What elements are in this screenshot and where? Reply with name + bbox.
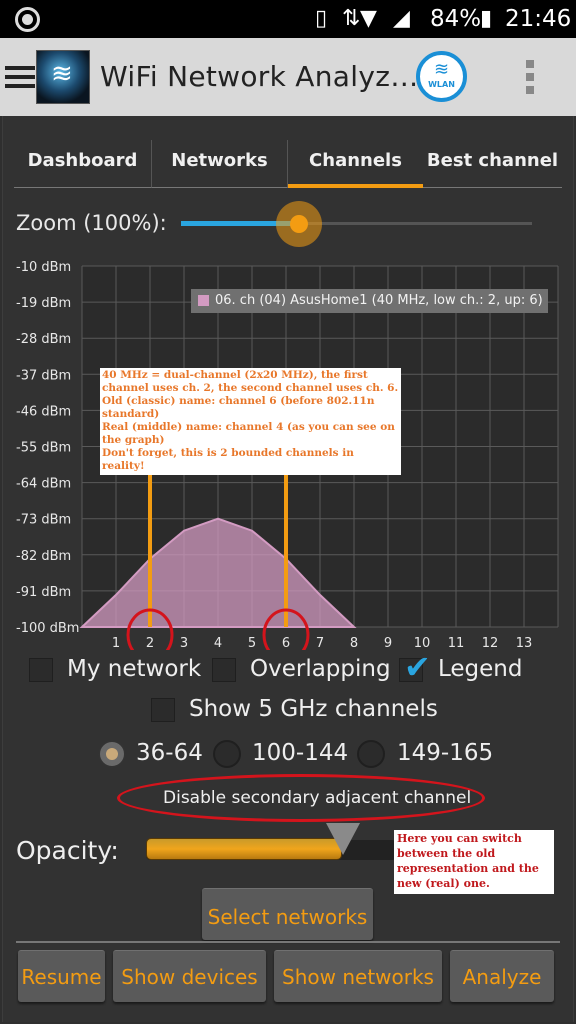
cell-signal-icon: ◢ [393,6,410,31]
x-tick-label: 2 [146,636,154,650]
annotation-top-line: the graph) [102,434,165,446]
app-bar: WiFi Network Analyz… ≋ WLAN [0,38,576,116]
radio-100-144[interactable] [213,740,241,768]
radio-36-64[interactable] [98,740,126,768]
annotation-top: 40 MHz = dual-channel (2x20 MHz), the fi… [100,368,401,475]
overlapping-checkbox[interactable] [212,658,236,682]
notification-icon [15,7,40,32]
wlan-button[interactable]: ≋ WLAN [416,51,467,102]
y-tick-label: -64 dBm [16,477,71,492]
resume-button[interactable]: Resume [18,950,105,1002]
my-network-label: My network [67,656,202,682]
annotation-bottom: Here you can switch between the old repr… [394,830,554,894]
tab-networks[interactable]: Networks [152,140,288,188]
show-5ghz-label: Show 5 GHz channels [189,696,438,722]
x-tick-label: 6 [282,636,290,650]
x-tick-label: 7 [316,636,324,650]
y-tick-label: -28 dBm [16,332,71,347]
x-tick-label: 4 [214,636,222,650]
annotation-top-line: channel uses ch. 2, the second channel u… [102,382,399,394]
zoom-label: Zoom (100%): [16,211,167,235]
app-logo-icon [36,50,90,104]
x-tick-label: 9 [384,636,392,650]
wlan-badge-label: WLAN [428,80,455,89]
checkmark-icon: ✔ [404,648,431,686]
annotation-bottom-line: new (real) one. [397,877,490,890]
wlan-icon: ≋ [433,59,450,80]
radio-36-64-label: 36-64 [136,740,203,766]
y-tick-label: -37 dBm [16,368,71,383]
y-tick-label: -91 dBm [16,585,71,600]
x-tick-label: 3 [180,636,188,650]
analyze-button[interactable]: Analyze [450,950,554,1002]
battery-icon: ▮ [480,6,493,31]
x-tick-label: 13 [516,636,533,650]
legend-label: Legend [438,656,523,682]
y-tick-label: -46 dBm [16,404,71,419]
data-arrows-icon: ⇅ [342,6,361,31]
y-tick-label: -100 dBm [16,621,79,636]
y-tick-label: -19 dBm [16,296,71,311]
status-bar: ▯ ⇅ ▼ ◢ 84% ▮ 21:46 [0,0,576,38]
tab-dashboard[interactable]: Dashboard [14,140,152,188]
zoom-slider-thumb[interactable] [276,201,322,247]
y-tick-label: -10 dBm [16,260,71,275]
annotation-bottom-line: between the old [397,847,496,860]
annotation-top-line: Real (middle) name: channel 4 (as you ca… [102,421,395,433]
app-title: WiFi Network Analyz… [100,60,419,93]
y-tick-label: -73 dBm [16,513,71,528]
tab-bar: Dashboard Networks Channels Best channel [14,140,562,190]
tab-best-channel[interactable]: Best channel [423,140,562,188]
my-network-checkbox[interactable] [29,658,53,682]
opacity-slider-fill [146,838,342,860]
divider [16,941,560,943]
x-tick-label: 8 [350,636,358,650]
x-tick-label: 12 [482,636,499,650]
battery-percent: 84% [430,6,482,32]
overlapping-label: Overlapping [250,656,391,682]
legend-swatch [198,295,209,306]
legend-entry: 06. ch (04) AsusHome1 (40 MHz, low ch.: … [215,293,543,308]
y-tick-label: -82 dBm [16,549,71,564]
y-tick-label: -55 dBm [16,441,71,456]
opacity-label: Opacity: [16,836,119,865]
annotation-top-line: standard) [102,408,160,420]
annotation-bottom-line: Here you can switch [397,832,522,845]
annotation-top-line: Don't forget, this is 2 bounded channels… [102,447,354,472]
chart-legend: 06. ch (04) AsusHome1 (40 MHz, low ch.: … [191,289,548,313]
highlight-ellipse [117,774,485,822]
opacity-slider-thumb[interactable] [326,823,360,855]
show-networks-button[interactable]: Show networks [274,950,442,1002]
wifi-icon: ▼ [360,6,377,31]
radio-149-165-label: 149-165 [397,740,494,766]
clock: 21:46 [505,6,572,32]
overflow-menu-icon[interactable] [526,60,536,94]
annotation-top-line: Old (classic) name: channel 6 (before 80… [102,395,375,407]
x-tick-label: 5 [248,636,256,650]
annotation-bottom-line: representation and the [397,862,539,875]
annotation-top-line: 40 MHz = dual-channel (2x20 MHz), the fi… [102,369,368,381]
show-5ghz-checkbox[interactable] [151,698,175,722]
show-devices-button[interactable]: Show devices [113,950,266,1002]
menu-icon[interactable] [5,66,35,88]
x-tick-label: 11 [448,636,465,650]
x-tick-label: 1 [112,636,120,650]
phone-icon: ▯ [315,6,328,31]
radio-100-144-label: 100-144 [252,740,349,766]
select-networks-button[interactable]: Select networks [202,888,373,940]
tab-channels[interactable]: Channels [288,140,423,188]
radio-149-165[interactable] [357,740,385,768]
